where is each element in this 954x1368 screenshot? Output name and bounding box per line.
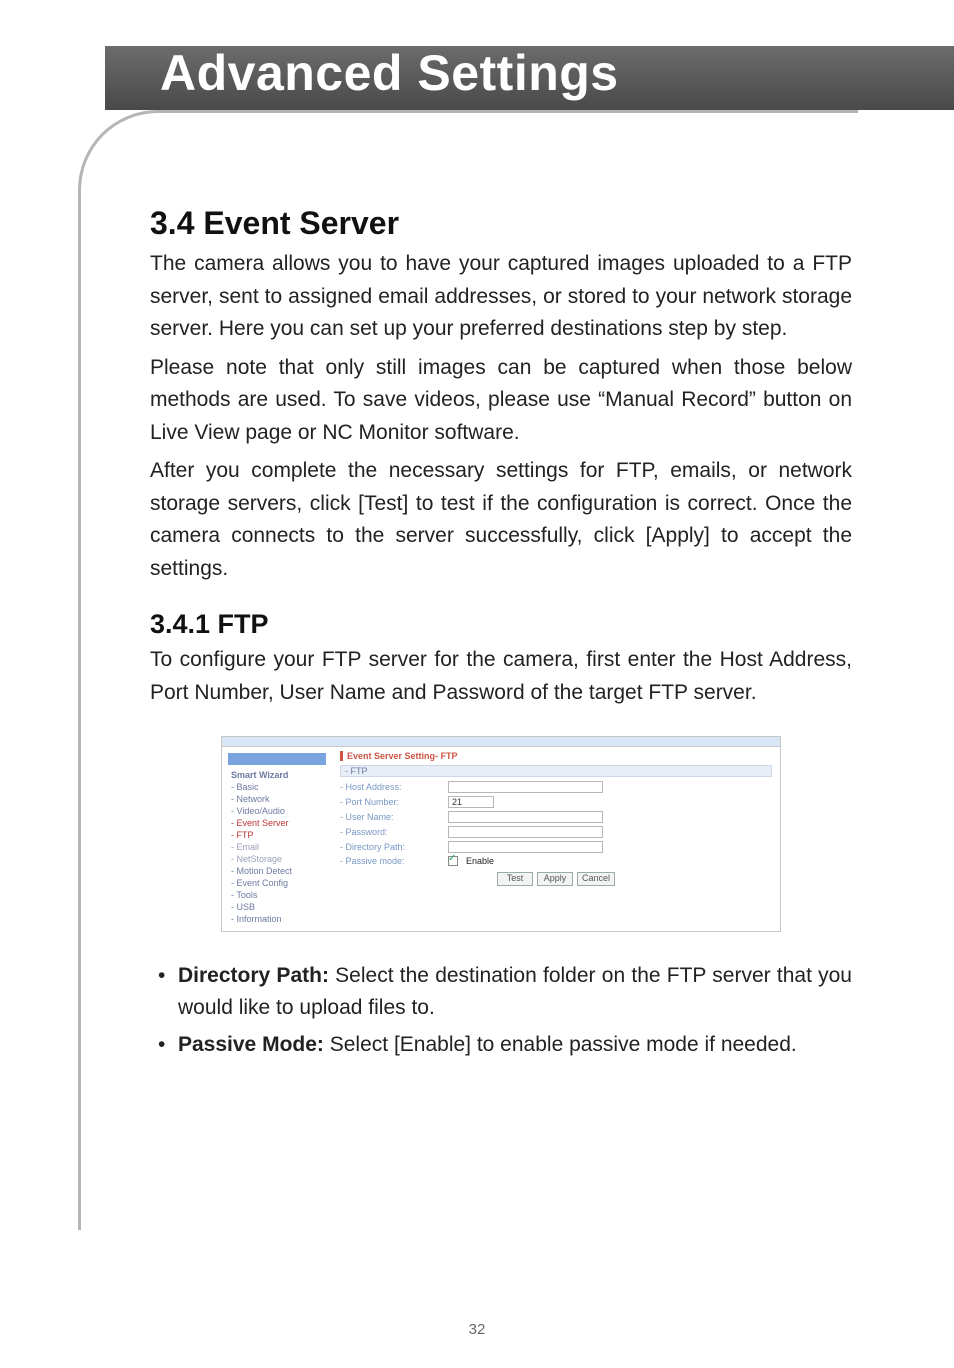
row-port: - Port Number: 21: [340, 796, 772, 808]
sidebar-item-tools[interactable]: - Tools: [228, 889, 326, 901]
section-paragraph-3: After you complete the necessary setting…: [150, 455, 852, 585]
label-dir: - Directory Path:: [340, 842, 440, 852]
subsection-heading: 3.4.1 FTP: [150, 609, 852, 640]
settings-main: Smart Wizard - Basic - Network - Video/A…: [222, 747, 780, 931]
sidebar-item-basic[interactable]: - Basic: [228, 781, 326, 793]
label-port: - Port Number:: [340, 797, 440, 807]
cancel-button[interactable]: Cancel: [577, 872, 615, 886]
row-dir: - Directory Path:: [340, 841, 772, 853]
checkbox-passive[interactable]: [448, 856, 458, 866]
sidebar-item-network[interactable]: - Network: [228, 793, 326, 805]
sidebar-item-netstorage[interactable]: - NetStorage: [228, 853, 326, 865]
sidebar-item-information[interactable]: - Information: [228, 913, 326, 925]
settings-title: Event Server Setting- FTP: [340, 751, 772, 761]
label-pass: - Password:: [340, 827, 440, 837]
button-row: Test Apply Cancel: [340, 872, 772, 886]
bullet-list: Directory Path: Select the destination f…: [150, 960, 852, 1062]
banner-title: Advanced Settings: [160, 44, 619, 102]
settings-body: Event Server Setting- FTP - FTP - Host A…: [332, 747, 780, 931]
input-port[interactable]: 21: [448, 796, 494, 808]
bullet-lead-2: Passive Mode:: [178, 1033, 324, 1056]
label-enable: Enable: [466, 856, 494, 866]
row-pass: - Password:: [340, 826, 772, 838]
label-host: - Host Address:: [340, 782, 440, 792]
sidebar-item-motion-detect[interactable]: - Motion Detect: [228, 865, 326, 877]
sidebar-item-event-server[interactable]: - Event Server: [228, 817, 326, 829]
subsection-paragraph-1: To configure your FTP server for the cam…: [150, 644, 852, 709]
sidebar-item-event-config[interactable]: - Event Config: [228, 877, 326, 889]
section-heading: 3.4 Event Server: [150, 205, 852, 242]
section-paragraph-2: Please note that only still images can b…: [150, 352, 852, 450]
input-pass[interactable]: [448, 826, 603, 838]
bullet-lead-1: Directory Path:: [178, 964, 329, 987]
apply-button[interactable]: Apply: [537, 872, 573, 886]
row-passive: - Passive mode: Enable: [340, 856, 772, 866]
settings-panel: Smart Wizard - Basic - Network - Video/A…: [221, 736, 781, 932]
sidebar-item-ftp[interactable]: - FTP: [228, 829, 326, 841]
settings-top-bar: [222, 737, 780, 747]
section-paragraph-1: The camera allows you to have your captu…: [150, 248, 852, 346]
row-host: - Host Address:: [340, 781, 772, 793]
label-user: - User Name:: [340, 812, 440, 822]
test-button[interactable]: Test: [497, 872, 533, 886]
settings-subbar: - FTP: [340, 765, 772, 777]
bullet-directory-path: Directory Path: Select the destination f…: [150, 960, 852, 1025]
sidebar-item-smart-wizard[interactable]: Smart Wizard: [228, 769, 326, 781]
input-dir[interactable]: [448, 841, 603, 853]
label-passive: - Passive mode:: [340, 856, 440, 866]
sidebar-item-email[interactable]: - Email: [228, 841, 326, 853]
embedded-screenshot: Smart Wizard - Basic - Network - Video/A…: [221, 736, 781, 932]
sidebar-header: [228, 753, 326, 765]
bullet-passive-mode: Passive Mode: Select [Enable] to enable …: [150, 1029, 852, 1062]
page: Advanced Settings 3.4 Event Server The c…: [0, 0, 954, 1368]
input-user[interactable]: [448, 811, 603, 823]
bullet-rest-2: Select [Enable] to enable passive mode i…: [324, 1033, 797, 1056]
settings-sidebar: Smart Wizard - Basic - Network - Video/A…: [222, 747, 332, 931]
content: 3.4 Event Server The camera allows you t…: [150, 205, 852, 1065]
sidebar-item-usb[interactable]: - USB: [228, 901, 326, 913]
input-host[interactable]: [448, 781, 603, 793]
row-user: - User Name:: [340, 811, 772, 823]
sidebar-item-video-audio[interactable]: - Video/Audio: [228, 805, 326, 817]
page-number: 32: [0, 1321, 954, 1338]
